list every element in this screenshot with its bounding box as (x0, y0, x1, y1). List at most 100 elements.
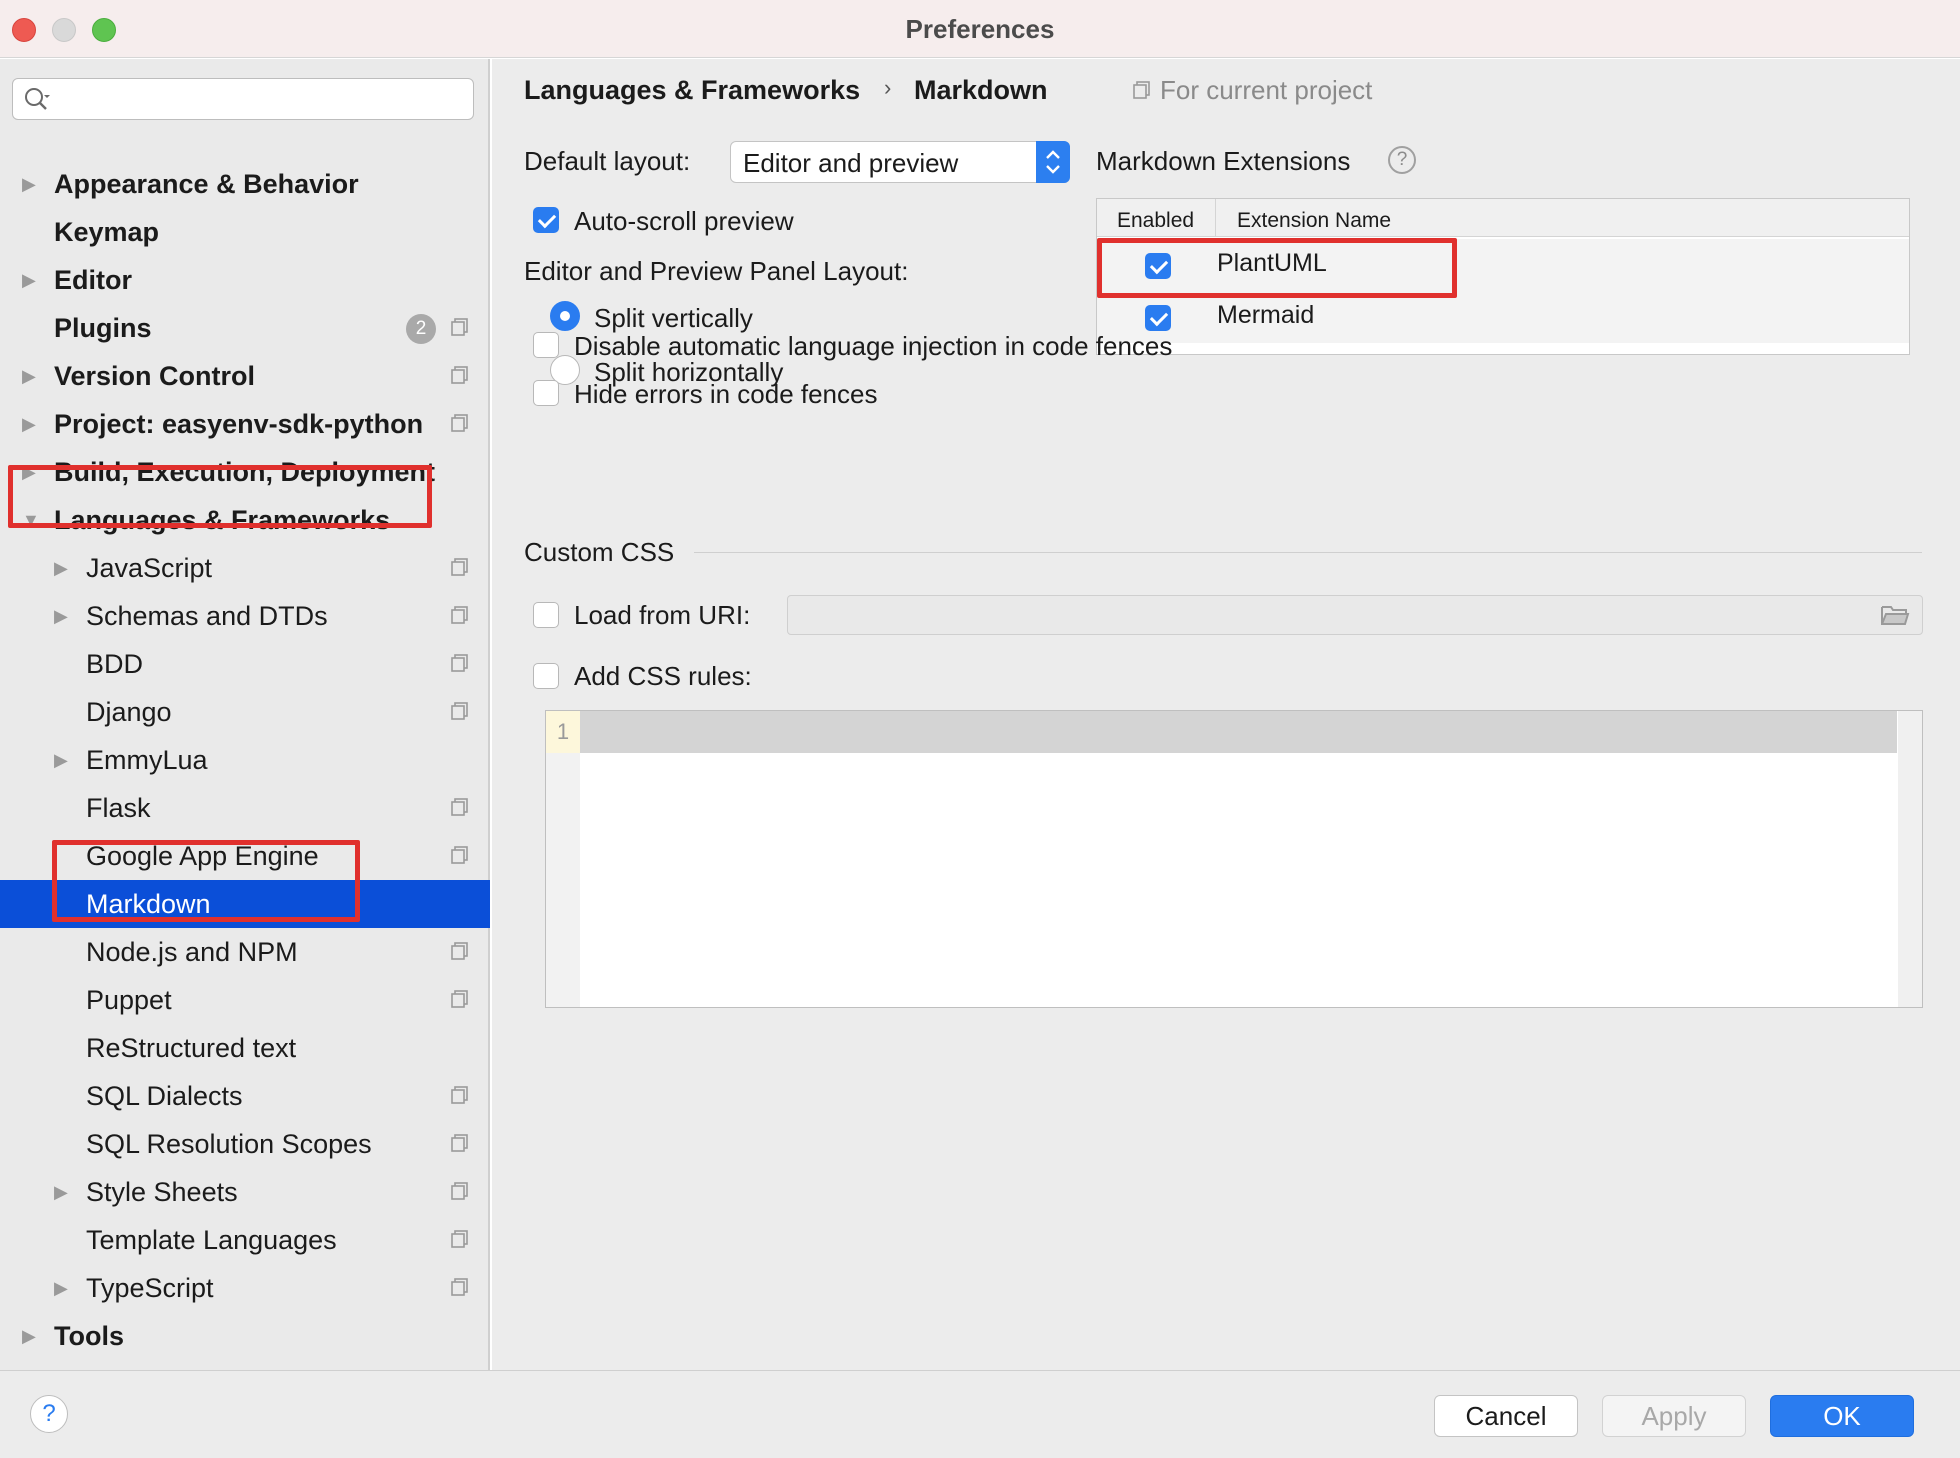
column-extension-name[interactable]: Extension Name (1237, 209, 1391, 233)
sidebar-item-schemas-dtds[interactable]: ▶ Schemas and DTDs (0, 592, 490, 640)
sidebar-item-template-languages[interactable]: Template Languages (0, 1216, 490, 1264)
sidebar-item-label: JavaScript (86, 553, 213, 583)
project-scope-icon (451, 1134, 468, 1152)
split-vertically-label: Split vertically (594, 303, 753, 333)
sidebar-item-appearance-behavior[interactable]: ▶ Appearance & Behavior (0, 160, 490, 208)
editor-scrollbar[interactable] (1898, 711, 1922, 1007)
sidebar-item-label: Build, Execution, Deployment (54, 457, 436, 487)
sidebar-item-label: ReStructured text (86, 1033, 297, 1063)
breadcrumb-current: Markdown (914, 75, 1048, 105)
sidebar-item-flask[interactable]: Flask (0, 784, 490, 832)
add-css-rules-label: Add CSS rules: (574, 661, 752, 691)
expand-arrow-icon[interactable]: ▶ (54, 736, 68, 784)
sidebar-item-bdd[interactable]: BDD (0, 640, 490, 688)
ok-button[interactable]: OK (1770, 1395, 1914, 1437)
load-from-uri-checkbox[interactable] (533, 602, 559, 628)
css-rules-editor[interactable]: 1 (545, 710, 1923, 1008)
project-scope-icon (451, 606, 468, 624)
sidebar-item-label: Flask (86, 793, 151, 823)
project-scope-icon (451, 654, 468, 672)
sidebar-item-label: Keymap (54, 217, 160, 247)
help-icon[interactable]: ? (1388, 146, 1416, 174)
folder-open-icon[interactable] (1880, 604, 1910, 626)
add-css-rules-checkbox[interactable] (533, 663, 559, 689)
expand-arrow-icon[interactable]: ▶ (22, 352, 36, 400)
sidebar-item-sql-resolution-scopes[interactable]: SQL Resolution Scopes (0, 1120, 490, 1168)
project-scope-icon (451, 942, 468, 960)
sidebar-item-django[interactable]: Django (0, 688, 490, 736)
expand-arrow-icon[interactable]: ▶ (22, 1312, 36, 1360)
apply-button[interactable]: Apply (1602, 1395, 1746, 1437)
project-scope-icon (451, 1182, 468, 1200)
sidebar-item-label: Project: easyenv-sdk-python (54, 409, 424, 439)
hide-errors-checkbox[interactable] (533, 380, 559, 406)
expand-arrow-icon[interactable]: ▶ (22, 400, 36, 448)
line-number: 1 (546, 711, 580, 753)
collapse-arrow-icon[interactable]: ▼ (22, 496, 40, 544)
split-vertically-radio[interactable] (550, 301, 580, 331)
sidebar-item-label: Django (86, 697, 172, 727)
cancel-button[interactable]: Cancel (1434, 1395, 1578, 1437)
expand-arrow-icon[interactable]: ▶ (22, 256, 36, 304)
column-enabled[interactable]: Enabled (1117, 209, 1194, 233)
sidebar-item-puppet[interactable]: Puppet (0, 976, 490, 1024)
settings-search-input[interactable] (57, 84, 457, 114)
select-stepper[interactable] (1036, 141, 1070, 183)
sidebar-item-markdown[interactable]: Markdown (0, 880, 490, 928)
sidebar-item-label: Template Languages (86, 1225, 337, 1255)
sidebar-item-javascript[interactable]: ▶ JavaScript (0, 544, 490, 592)
column-divider (1215, 199, 1216, 237)
help-button[interactable]: ? (30, 1395, 68, 1433)
markdown-extensions-title: Markdown Extensions (1096, 146, 1351, 176)
dialog-button-bar: ? Cancel Apply OK (0, 1370, 1960, 1458)
extensions-table-header: Enabled Extension Name (1097, 199, 1909, 237)
sidebar-item-restructured-text[interactable]: ReStructured text (0, 1024, 490, 1072)
auto-scroll-checkbox[interactable] (533, 207, 559, 233)
expand-arrow-icon[interactable]: ▶ (54, 1168, 68, 1216)
table-row[interactable]: Mermaid (1097, 291, 1909, 343)
sidebar-item-editor[interactable]: ▶ Editor (0, 256, 490, 304)
sidebar-item-build-execution-deployment[interactable]: ▶ Build, Execution, Deployment (0, 448, 490, 496)
plantuml-enabled-checkbox[interactable] (1145, 253, 1171, 279)
project-scope-icon (451, 1086, 468, 1104)
title-bar: Preferences (0, 0, 1960, 58)
expand-arrow-icon[interactable]: ▶ (54, 544, 68, 592)
sidebar-item-languages-frameworks[interactable]: ▼ Languages & Frameworks (0, 496, 490, 544)
expand-arrow-icon[interactable]: ▶ (22, 448, 36, 496)
search-icon (25, 88, 50, 110)
sidebar-item-style-sheets[interactable]: ▶ Style Sheets (0, 1168, 490, 1216)
project-scope-icon (451, 846, 468, 864)
breadcrumb-parent[interactable]: Languages & Frameworks (524, 75, 860, 106)
sidebar-item-sql-dialects[interactable]: SQL Dialects (0, 1072, 490, 1120)
disable-injection-checkbox[interactable] (533, 332, 559, 358)
expand-arrow-icon[interactable]: ▶ (54, 1264, 68, 1312)
mermaid-enabled-checkbox[interactable] (1145, 305, 1171, 331)
sidebar-item-google-app-engine[interactable]: Google App Engine (0, 832, 490, 880)
project-scope-icon (451, 702, 468, 720)
sidebar-item-label: EmmyLua (86, 745, 208, 775)
sidebar-item-emmylua[interactable]: ▶ EmmyLua (0, 736, 490, 784)
expand-arrow-icon[interactable]: ▶ (22, 160, 36, 208)
sidebar-item-plugins[interactable]: Plugins 2 (0, 304, 490, 352)
table-row[interactable]: PlantUML (1097, 239, 1909, 291)
project-scope-icon (451, 366, 468, 384)
sidebar-item-tools[interactable]: ▶ Tools (0, 1312, 490, 1360)
sidebar-item-typescript[interactable]: ▶ TypeScript (0, 1264, 490, 1312)
default-layout-select[interactable]: Editor and preview (730, 141, 1070, 183)
sidebar-item-label: Plugins (54, 313, 152, 343)
sidebar-item-label: Google App Engine (86, 841, 319, 871)
sidebar-item-keymap[interactable]: Keymap (0, 208, 490, 256)
sidebar-item-nodejs-npm[interactable]: Node.js and NPM (0, 928, 490, 976)
sidebar-item-label: Puppet (86, 985, 172, 1015)
sidebar-item-label: Style Sheets (86, 1177, 238, 1207)
load-from-uri-label: Load from URI: (574, 600, 751, 630)
sidebar-item-version-control[interactable]: ▶ Version Control (0, 352, 490, 400)
settings-search[interactable] (12, 78, 474, 120)
sidebar-item-label: SQL Resolution Scopes (86, 1129, 372, 1159)
sidebar-item-project[interactable]: ▶ Project: easyenv-sdk-python (0, 400, 490, 448)
default-layout-label: Default layout: (524, 146, 691, 176)
uri-input[interactable] (787, 595, 1923, 635)
sidebar-item-label: Markdown (86, 889, 211, 919)
sidebar-item-label: Languages & Frameworks (54, 505, 391, 535)
expand-arrow-icon[interactable]: ▶ (54, 592, 68, 640)
